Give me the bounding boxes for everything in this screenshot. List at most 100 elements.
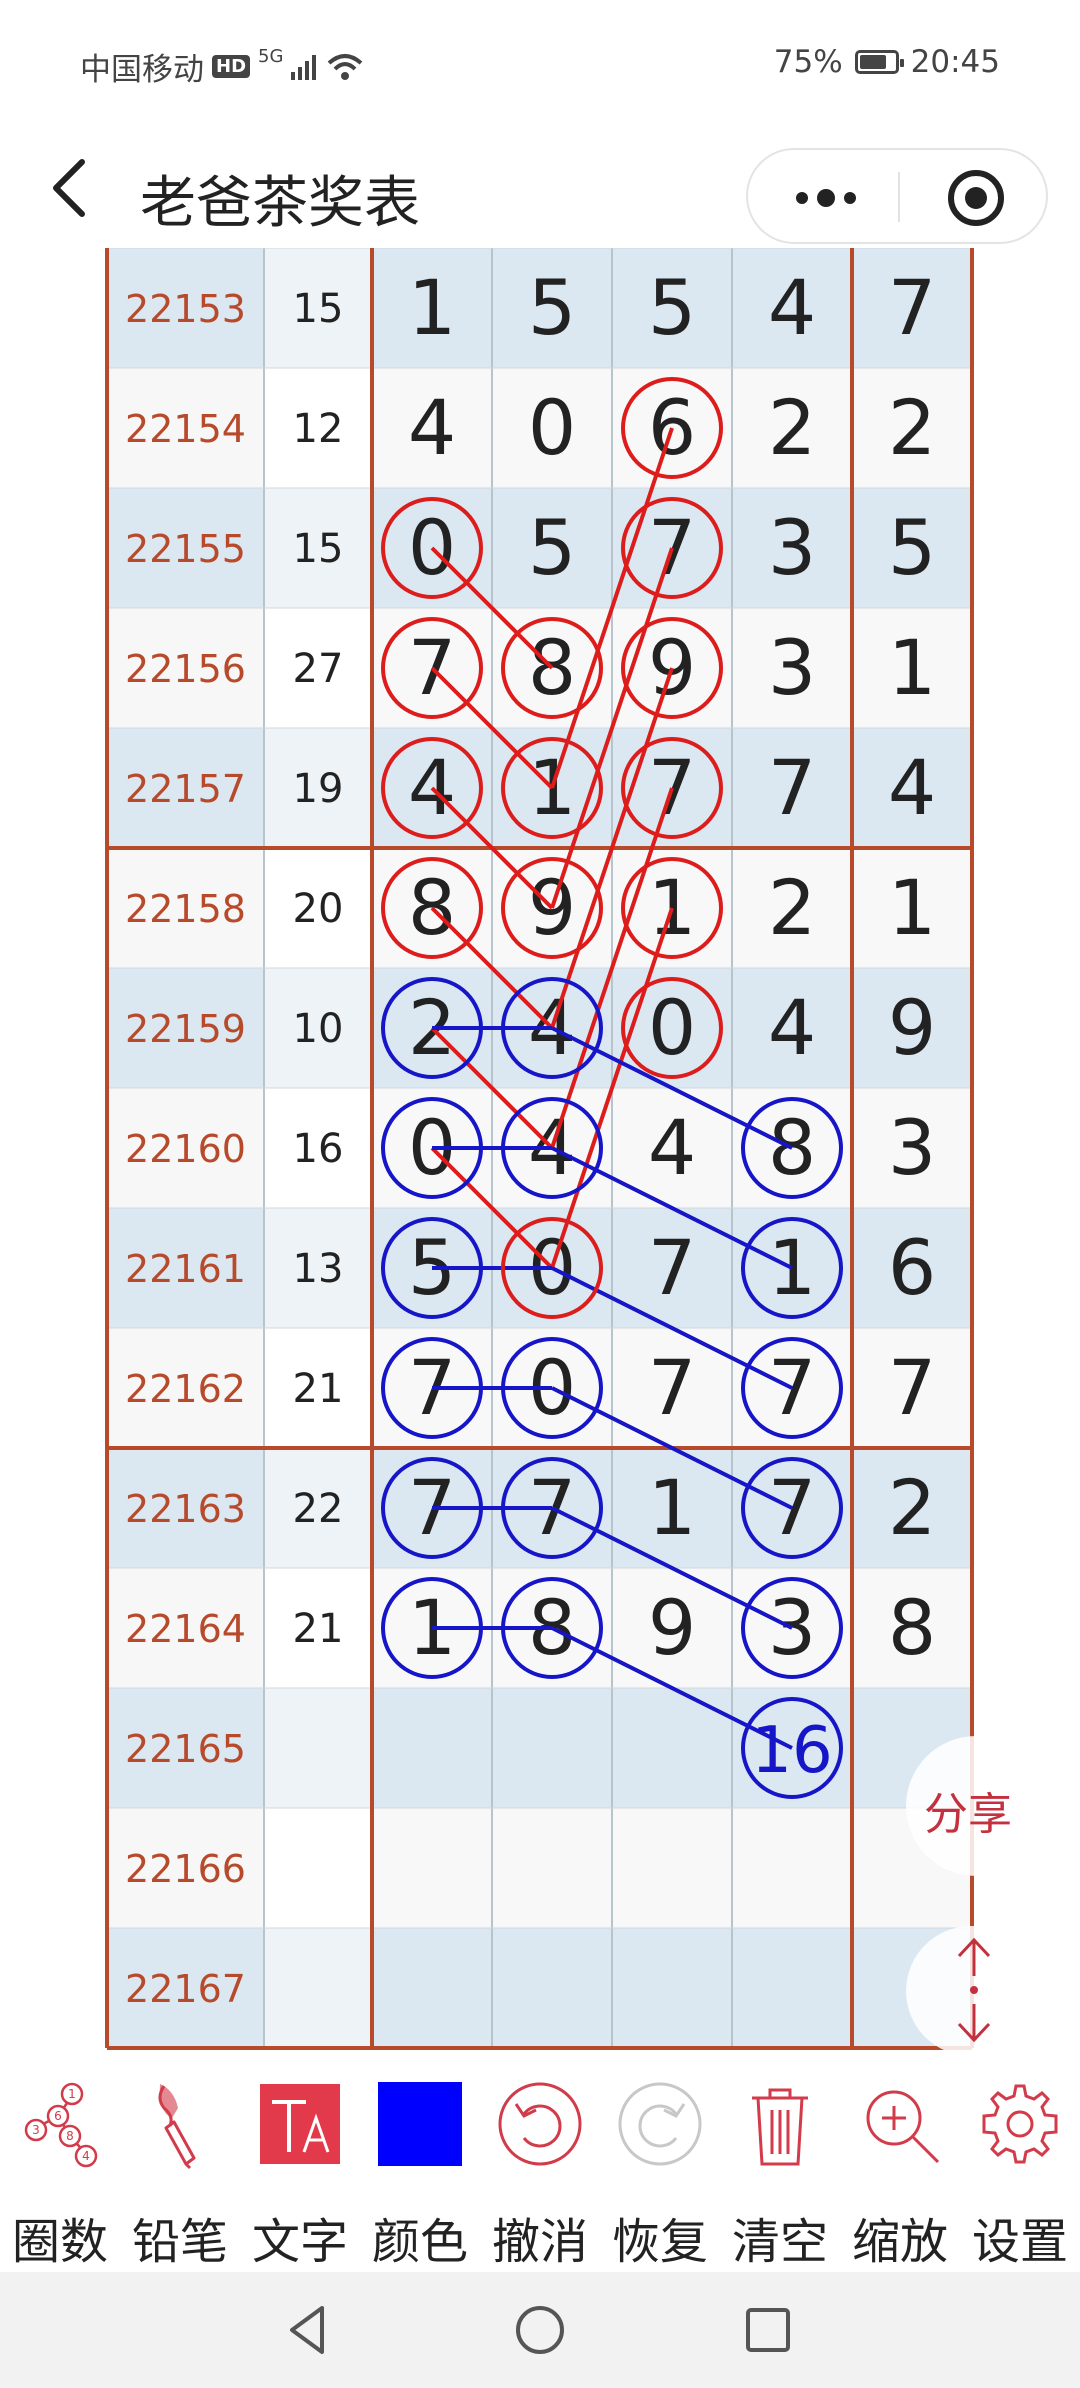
digit-cell: 5 [648, 263, 696, 352]
tool-color[interactable]: 颜色 [360, 2054, 480, 2272]
last-digit-cell: 1 [888, 863, 936, 952]
zoom-in-icon [866, 2090, 940, 2164]
digit-cell: 7 [648, 743, 696, 832]
tool-label: 铅笔 [131, 2214, 228, 2270]
status-bar: 中国移动 HD 5G 75% 20:45 [0, 0, 1080, 128]
tool-label: 设置 [971, 2214, 1068, 2270]
last-digit-cell: 3 [888, 1103, 936, 1192]
period-number: 22157 [125, 767, 246, 811]
period-number: 22155 [125, 527, 246, 571]
sum-value: 16 [293, 1126, 344, 1172]
period-number: 22165 [125, 1727, 246, 1771]
last-digit-cell: 1 [888, 623, 936, 712]
digit-cell: 0 [648, 983, 696, 1072]
sum-value: 27 [293, 646, 344, 692]
period-number: 22163 [125, 1487, 246, 1531]
sum-value: 21 [293, 1366, 344, 1412]
share-button[interactable]: 分享 [906, 1736, 1080, 1876]
svg-text:8: 8 [66, 2129, 74, 2143]
digit-cell: 7 [648, 1343, 696, 1432]
pencil-brush-icon [158, 2084, 196, 2170]
tool-clear[interactable]: 清空 [720, 2054, 840, 2272]
network-type: 5G [258, 46, 284, 67]
last-digit-cell: 4 [888, 743, 936, 832]
svg-text:1: 1 [68, 2087, 76, 2101]
digit-cell: 9 [648, 623, 696, 712]
digit-cell: 4 [408, 743, 456, 832]
period-number: 22160 [125, 1127, 246, 1171]
digit-cell: 4 [768, 983, 816, 1072]
close-target-icon[interactable] [944, 166, 1008, 230]
nav-back-icon[interactable] [276, 2298, 340, 2362]
annotation-text: 16 [751, 1714, 832, 1788]
tool-label: 缩放 [851, 2214, 948, 2270]
back-arrow-icon[interactable] [40, 152, 100, 224]
digit-cell: 1 [408, 263, 456, 352]
hd-badge: HD [212, 55, 251, 78]
sum-value: 22 [293, 1486, 344, 1532]
sum-value: 20 [293, 886, 344, 932]
row-bg-sum [264, 1928, 372, 2048]
digit-cell: 4 [408, 383, 456, 472]
last-digit-cell: 9 [888, 983, 936, 1072]
period-number: 22154 [125, 407, 246, 451]
digit-cell: 0 [408, 503, 456, 592]
digit-cell: 4 [648, 1103, 696, 1192]
tool-label: 清空 [731, 2214, 828, 2270]
period-number: 22161 [125, 1247, 246, 1291]
digit-cell: 2 [768, 863, 816, 952]
period-number: 22162 [125, 1367, 246, 1411]
last-digit-cell: 5 [888, 503, 936, 592]
tool-pencil[interactable]: 铅笔 [120, 2054, 240, 2272]
battery-percent: 75% [773, 44, 843, 80]
digit-cell: 1 [648, 1463, 696, 1552]
text-icon [260, 2084, 340, 2164]
tool-circle-numbers[interactable]: 1 3684 圈数 [0, 2054, 120, 2272]
clock: 20:45 [910, 44, 1000, 80]
sum-value: 21 [293, 1606, 344, 1652]
tool-label: 颜色 [371, 2214, 468, 2270]
trash-icon [752, 2088, 808, 2166]
period-number: 22153 [125, 287, 246, 331]
tool-undo[interactable]: 撤消 [480, 2054, 600, 2272]
nav-recents-icon[interactable] [736, 2298, 800, 2362]
svg-text:4: 4 [82, 2149, 90, 2163]
circle-numbers-icon: 1 3684 [24, 2082, 98, 2168]
battery-icon [854, 50, 904, 74]
tool-settings[interactable]: 设置 [960, 2054, 1080, 2272]
share-label: 分享 [924, 1789, 1012, 1840]
digit-cell: 7 [648, 1223, 696, 1312]
wifi-icon [328, 53, 363, 80]
period-number: 22159 [125, 1007, 246, 1051]
period-number: 22158 [125, 887, 246, 931]
digit-cell: 7 [768, 743, 816, 832]
status-left: 中国移动 HD 5G [80, 44, 363, 89]
digit-cell: 7 [408, 623, 456, 712]
tool-label: 撤消 [491, 2214, 588, 2270]
digit-cell: 6 [648, 383, 696, 472]
nav-home-icon[interactable] [508, 2298, 572, 2362]
mini-program-capsule [746, 148, 1048, 244]
carrier-name: 中国移动 [80, 52, 204, 88]
digit-cell: 8 [408, 863, 456, 952]
drawing-toolbar: 13684 圈数 铅笔 文字 颜色 撤消 恢复 清空 缩放 设置 [0, 2054, 1080, 2272]
page-title: 老爸茶奖表 [140, 171, 420, 236]
last-digit-cell: 6 [888, 1223, 936, 1312]
tool-zoom[interactable]: 缩放 [840, 2054, 960, 2272]
sum-value: 10 [293, 1006, 344, 1052]
row-bg-digits [372, 1928, 972, 2048]
sum-value: 13 [293, 1246, 344, 1292]
tool-text[interactable]: 文字 [240, 2054, 360, 2272]
last-digit-cell: 2 [888, 1463, 936, 1552]
sum-value: 19 [293, 766, 344, 812]
redo-icon [618, 2082, 702, 2166]
scroll-toggle-button[interactable] [906, 1926, 1080, 2056]
period-number: 22166 [125, 1847, 246, 1891]
period-number: 22156 [125, 647, 246, 691]
tool-redo[interactable]: 恢复 [600, 2054, 720, 2272]
more-dots-icon[interactable] [788, 176, 864, 220]
row-bg-digits [372, 1808, 972, 1928]
signal-icon [291, 54, 317, 80]
digit-cell: 5 [528, 503, 576, 592]
sum-value: 15 [293, 286, 344, 332]
